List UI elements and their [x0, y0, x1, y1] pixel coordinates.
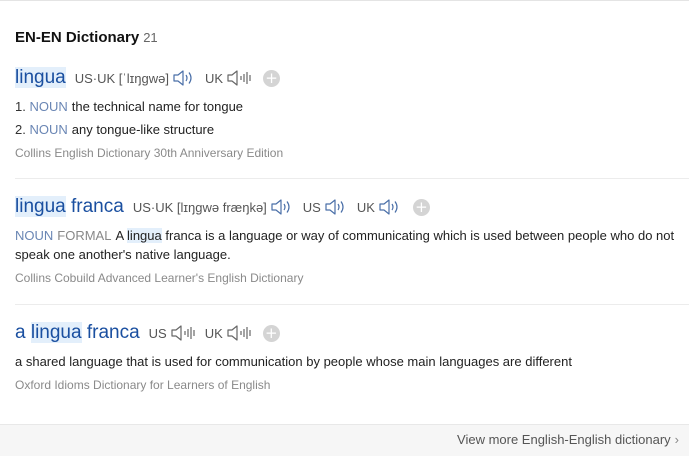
- ipa-text: [ˈlɪŋɡwə]: [118, 70, 169, 86]
- uk-label: UK: [356, 199, 375, 215]
- view-more-link[interactable]: View more English-English dictionary ›: [457, 432, 679, 447]
- entry-a-lingua-franca: a lingua franca US UK + a shared languag…: [15, 320, 689, 392]
- pron-label: US·UK: [74, 70, 116, 86]
- chevron-right-icon: ›: [674, 432, 679, 447]
- pronunciation-us: US: [303, 198, 348, 216]
- entry-divider: [15, 304, 689, 305]
- dictionary-header: EN-EN Dictionary 21: [15, 29, 158, 47]
- speaker-icon[interactable]: [270, 198, 294, 216]
- speaker-icon[interactable]: [226, 324, 252, 342]
- uk-label: UK: [204, 325, 223, 341]
- pronunciation-uk: UK: [357, 198, 402, 216]
- headword[interactable]: lingua franca: [15, 196, 124, 218]
- definition: NOUN FORMAL A lingua franca is a language …: [15, 228, 675, 262]
- us-label: US: [148, 325, 167, 341]
- speaker-icon[interactable]: [170, 324, 196, 342]
- uk-label: UK: [204, 70, 224, 86]
- part-of-speech: NOUN: [29, 122, 68, 137]
- source-citation: Oxford Idioms Dictionary for Learners of…: [15, 378, 271, 392]
- sense-2: 2. NOUN any tongue-like structure: [15, 122, 215, 137]
- pronunciation-us-uk: US·UK [lɪŋɡwə fræŋkə]: [133, 198, 294, 216]
- speaker-icon[interactable]: [324, 198, 348, 216]
- source-citation: Collins Cobuild Advanced Learner's Engli…: [15, 271, 304, 285]
- definition: a shared language that is used for commu…: [15, 352, 689, 371]
- speaker-icon[interactable]: [172, 69, 196, 87]
- part-of-speech: NOUN: [29, 99, 68, 114]
- top-border: [0, 0, 689, 1]
- definition-highlight: lingua: [127, 228, 162, 243]
- source-citation: Collins English Dictionary 30th Annivers…: [15, 146, 284, 160]
- us-label: US: [302, 199, 321, 215]
- part-of-speech: NOUN: [15, 228, 54, 243]
- headword[interactable]: lingua: [15, 67, 66, 89]
- pronunciation-us: US: [149, 324, 196, 342]
- register-label: FORMAL: [57, 228, 112, 243]
- entry-divider: [15, 178, 689, 179]
- pronunciation-uk: UK: [205, 324, 252, 342]
- definition-text: a shared language that is used for commu…: [15, 354, 572, 369]
- headword[interactable]: a lingua franca: [15, 322, 140, 344]
- entry-count: 21: [143, 30, 158, 45]
- pronunciation-us-uk: US·UK [ˈlɪŋɡwə]: [75, 69, 196, 87]
- entry-lingua-franca: lingua franca US·UK [lɪŋɡwə fræŋkə] US U…: [15, 194, 689, 285]
- add-to-wordbook-button[interactable]: +: [262, 324, 280, 342]
- pron-label: US·UK: [132, 199, 174, 215]
- dictionary-title: EN-EN Dictionary: [15, 29, 140, 46]
- add-to-wordbook-button[interactable]: +: [412, 198, 430, 216]
- definition-text: franca is a language or way of communica…: [15, 228, 675, 262]
- headword-highlight: lingua: [30, 322, 82, 343]
- headword-highlight: lingua: [15, 196, 66, 217]
- headword-highlight: lingua: [15, 67, 66, 88]
- footer-bar: View more English-English dictionary ›: [0, 424, 689, 456]
- pronunciation-uk: UK: [205, 69, 252, 87]
- speaker-icon[interactable]: [378, 198, 402, 216]
- speaker-icon[interactable]: [226, 69, 252, 87]
- sense-1: 1. NOUN the technical name for tongue: [15, 99, 244, 114]
- add-to-wordbook-button[interactable]: +: [263, 69, 281, 87]
- entry-lingua: lingua US·UK [ˈlɪŋɡwə] UK + 1. NOUN the t…: [15, 65, 689, 160]
- ipa-text: [lɪŋɡwə fræŋkə]: [176, 199, 267, 215]
- sense-text: any tongue-like structure: [71, 122, 215, 137]
- sense-text: the technical name for tongue: [71, 99, 244, 114]
